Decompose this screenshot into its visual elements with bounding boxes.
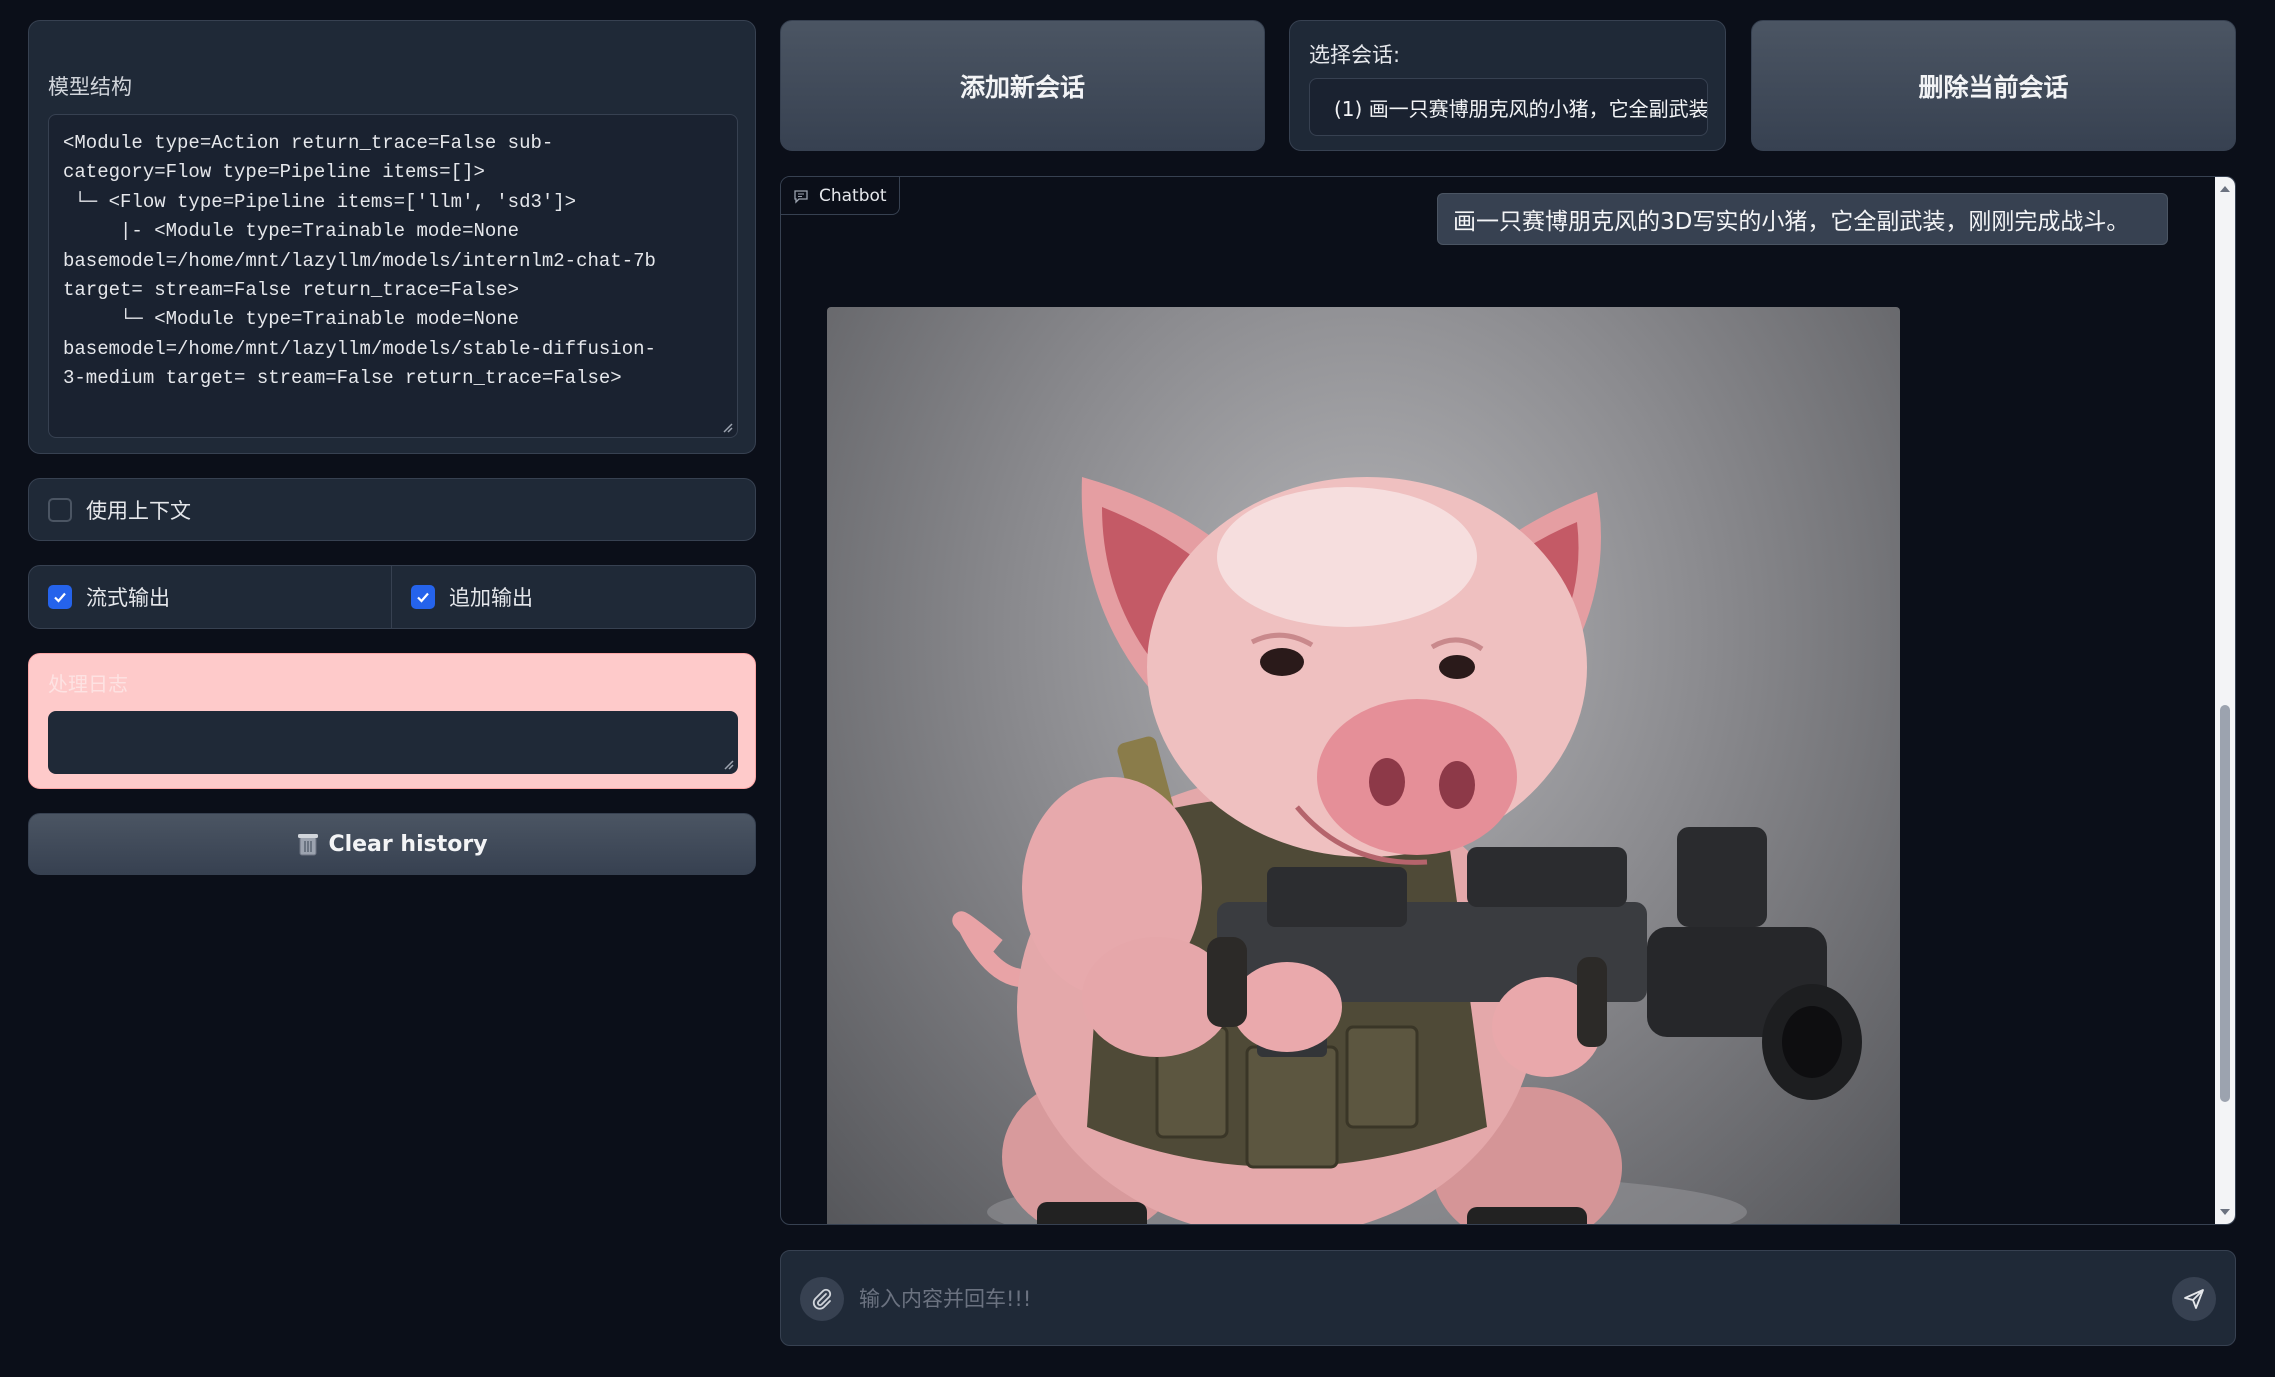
append-output-option[interactable]: 追加输出 [392,566,755,628]
output-options-row: 流式输出 追加输出 [28,565,756,629]
chatbot-tab: Chatbot [781,177,900,215]
session-select-value: (1) 画一只赛博朋克风的小猪，它全副武装 [1334,96,1708,121]
model-structure-line: target= stream=False return_trace=False> [63,279,520,302]
resize-handle-icon[interactable] [721,421,733,433]
model-structure-line: basemodel=/home/mnt/lazyllm/models/inter… [63,249,656,272]
model-structure-text: <Module type=Action return_trace=False s… [63,129,723,394]
model-structure-panel: 模型结构 <Module type=Action return_trace=Fa… [28,20,756,454]
use-context-label: 使用上下文 [86,498,191,523]
stream-output-checkbox[interactable] [48,585,72,609]
model-structure-label: 模型结构 [48,75,132,99]
resize-handle-icon[interactable] [722,758,734,770]
model-structure-line: 3-medium target= stream=False return_tra… [63,367,622,390]
chat-scrollbar[interactable] [2215,177,2235,1224]
session-select-panel: 选择会话: (1) 画一只赛博朋克风的小猪，它全副武装 [1289,20,1726,151]
send-button[interactable] [2172,1277,2216,1321]
attach-button[interactable] [800,1277,844,1321]
message-input[interactable] [859,1271,2139,1327]
stream-output-option[interactable]: 流式输出 [29,566,392,628]
session-select-dropdown[interactable]: (1) 画一只赛博朋克风的小猪，它全副武装 [1309,78,1708,136]
model-structure-line: category=Flow type=Pipeline items=[]> [63,161,485,184]
send-icon [2184,1289,2204,1309]
append-output-label: 追加输出 [449,586,533,610]
model-structure-textarea[interactable]: <Module type=Action return_trace=False s… [48,114,738,438]
delete-session-button[interactable]: 删除当前会话 [1751,20,2236,151]
armored-pig-illustration [952,477,1862,1224]
paperclip-icon [812,1288,832,1310]
delete-session-label: 删除当前会话 [1918,72,2069,102]
model-structure-line: └─ <Module type=Trainable mode=None [63,308,520,331]
scroll-down-icon[interactable] [2215,1202,2235,1222]
trash-icon [298,834,319,856]
check-icon [54,592,66,603]
use-context-row[interactable]: 使用上下文 [28,478,756,541]
user-message-bubble: 画一只赛博朋克风的3D写实的小猪，它全副武装，刚刚完成战斗。 [1437,193,2168,245]
model-structure-line: └─ <Flow type=Pipeline items=['llm', 'sd… [63,190,577,213]
model-structure-line: |- <Module type=Trainable mode=None [63,220,520,243]
message-input-panel [780,1250,2236,1346]
append-output-checkbox[interactable] [411,585,435,609]
use-context-checkbox[interactable] [48,497,72,522]
log-textarea[interactable] [48,711,738,774]
chatbot-tab-label: Chatbot [819,185,887,206]
log-panel: 处理日志 [28,653,756,789]
add-session-label: 添加新会话 [959,72,1085,102]
clear-history-label: Clear history [328,831,488,857]
add-session-button[interactable]: 添加新会话 [780,20,1265,151]
chat-icon [794,189,808,204]
check-icon [417,592,429,603]
generated-image [827,307,1900,1224]
chatbot-panel: Chatbot 画一只赛博朋克风的3D写实的小猪，它全副武装，刚刚完成战斗。 [780,176,2236,1225]
session-select-label: 选择会话: [1309,43,1401,67]
log-label: 处理日志 [48,672,128,696]
user-message-text: 画一只赛博朋克风的3D写实的小猪，它全副武装，刚刚完成战斗。 [1453,209,2130,235]
clear-history-button[interactable]: Clear history [28,813,756,875]
model-structure-line: basemodel=/home/mnt/lazyllm/models/stabl… [63,337,656,360]
model-structure-line: <Module type=Action return_trace=False s… [63,132,554,154]
scrollbar-thumb[interactable] [2220,705,2230,1102]
stream-output-label: 流式输出 [86,586,170,610]
scroll-up-icon[interactable] [2215,179,2235,199]
